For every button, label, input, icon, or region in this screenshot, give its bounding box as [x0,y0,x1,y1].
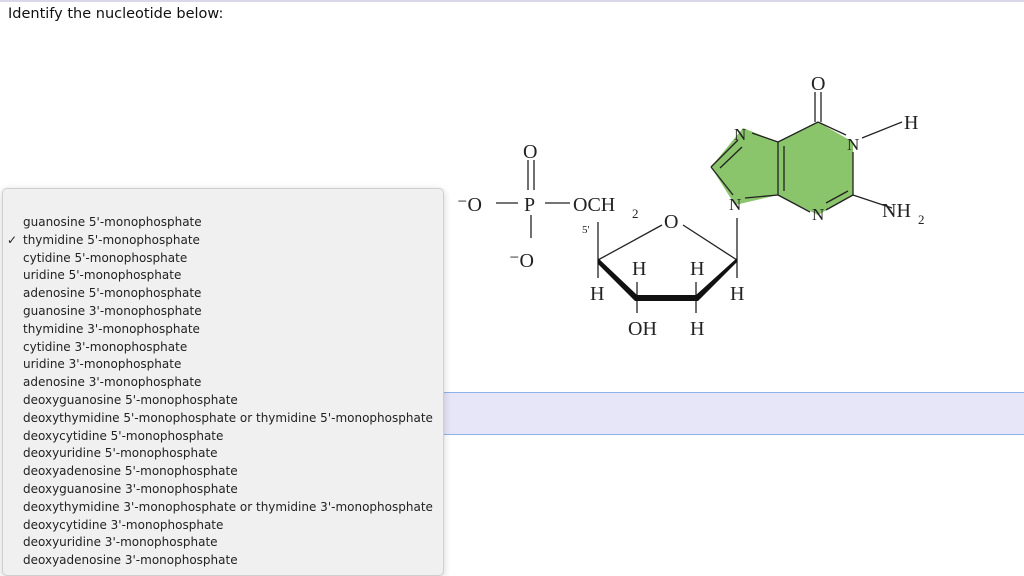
dropdown-option[interactable]: uridine 5'-monophosphate [3,267,443,285]
dropdown-option-label: deoxythymidine 3'-monophosphate or thymi… [23,499,433,514]
dropdown-option-label: deoxyguanosine 3'-monophosphate [23,481,238,496]
dropdown-option[interactable]: deoxythymidine 3'-monophosphate or thymi… [3,499,443,517]
dropdown-option[interactable]: cytidine 5'-monophosphate [3,250,443,268]
label-n: N [847,135,859,154]
dropdown-option-label: deoxyadenosine 3'-monophosphate [23,553,238,568]
dropdown-options: guanosine 5'-monophosphate ✓ thymidine 5'-… [3,214,443,570]
dropdown-option[interactable]: ✓ thymidine 5'-monophosphate [3,232,443,250]
label-h: H [590,283,604,305]
dropdown-option-label: cytidine 5'-monophosphate [23,250,188,265]
dropdown-option[interactable]: deoxyguanosine 3'-monophosphate [3,481,443,499]
dropdown-option-label: adenosine 5'-monophosphate [23,286,202,301]
dropdown-option-label: cytidine 3'-monophosphate [23,339,188,354]
dropdown-option[interactable]: deoxycytidine 3'-monophosphate [3,517,443,535]
dropdown-option[interactable]: thymidine 3'-monophosphate [3,321,443,339]
dropdown-option[interactable]: adenosine 3'-monophosphate [3,374,443,392]
label-o: O [523,141,537,163]
dropdown-option-label: uridine 5'-monophosphate [23,268,182,283]
dropdown-option-label: deoxyguanosine 5'-monophosphate [23,392,238,407]
label-nh2: NH [882,200,911,222]
label-subscript: 2 [632,206,639,221]
label-subscript: 2 [918,212,925,227]
dropdown-option[interactable]: guanosine 5'-monophosphate [3,214,443,232]
dropdown-option-label: adenosine 3'-monophosphate [23,375,202,390]
label-5-prime: 5' [582,224,590,236]
dropdown-option-label: deoxycytidine 3'-monophosphate [23,517,224,532]
dropdown-option[interactable]: deoxycytidine 5'-monophosphate [3,428,443,446]
dropdown-option-label: guanosine 5'-monophosphate [23,215,202,229]
dropdown-option-label: thymidine 3'-monophosphate [23,321,200,336]
dropdown-option[interactable]: deoxyguanosine 5'-monophosphate [3,392,443,410]
answer-dropdown-menu[interactable]: guanosine 5'-monophosphate ✓ thymidine 5'-… [2,188,444,576]
label-n: N [812,205,824,224]
label-h: H [690,318,704,340]
dropdown-option[interactable]: adenosine 5'-monophosphate [3,285,443,303]
label-p: P [524,194,535,216]
dropdown-option-label: deoxyuridine 5'-monophosphate [23,446,218,461]
dropdown-option-label: deoxycytidine 5'-monophosphate [23,428,224,443]
label-n: N [729,195,741,214]
dropdown-option[interactable]: uridine 3'-monophosphate [3,356,443,374]
dropdown-option-label: deoxyadenosine 5'-monophosphate [23,464,238,479]
dropdown-option-label: deoxyuridine 3'-monophosphate [23,535,218,550]
dropdown-option[interactable]: deoxyuridine 3'-monophosphate [3,534,443,552]
label-oh: OH [628,318,657,340]
checkmark-icon: ✓ [7,232,18,247]
dropdown-option[interactable]: deoxyadenosine 5'-monophosphate [3,463,443,481]
dropdown-option[interactable]: cytidine 3'-monophosphate [3,339,443,357]
label-o: O [811,73,825,95]
dropdown-option[interactable]: deoxythymidine 5'-monophosphate or thymi… [3,410,443,428]
label-o-minus: ⁻O [509,250,534,272]
label-ring-o: O [664,211,678,233]
label-och2: OCH [573,194,615,216]
dropdown-option[interactable]: deoxyuridine 5'-monophosphate [3,445,443,463]
dropdown-option[interactable]: deoxyadenosine 3'-monophosphate [3,552,443,570]
dropdown-option-label: guanosine 3'-monophosphate [23,303,202,318]
sugar-ring-bold-edge [598,258,737,301]
dropdown-option-label: thymidine 5'-monophosphate [23,232,200,247]
label-h: H [690,258,704,280]
dropdown-option[interactable]: guanosine 3'-monophosphate [3,303,443,321]
label-h: H [632,258,646,280]
label-h: H [904,112,918,134]
dropdown-option-label: deoxythymidine 5'-monophosphate or thymi… [23,410,433,425]
dropdown-option-label: uridine 3'-monophosphate [23,357,182,372]
label-h: H [730,283,744,305]
label-n: N [734,125,746,144]
label-o-minus: ⁻O [457,194,482,216]
